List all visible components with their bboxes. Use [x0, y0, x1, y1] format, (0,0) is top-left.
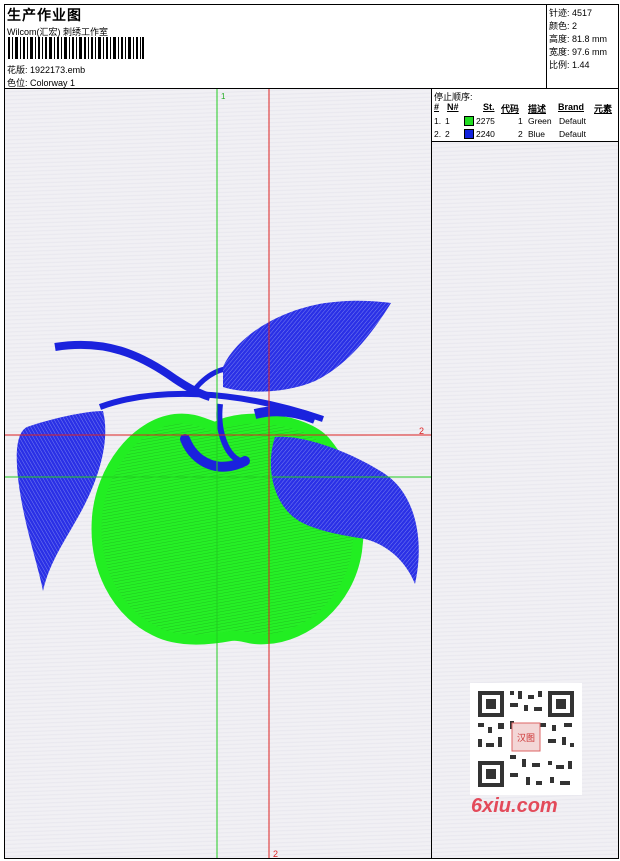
leaf-left	[16, 411, 106, 591]
design-width: 宽度: 97.6 mm	[549, 47, 608, 57]
col-needle: N#	[447, 102, 459, 112]
colorway-name: Colorway 1	[30, 78, 76, 88]
color-count: 颜色: 2	[549, 21, 578, 31]
design-file-name: 1922173.emb	[30, 65, 86, 75]
watermark-text: 6xiu.com	[471, 795, 558, 817]
stats-panel: 针迹: 4517 颜色: 2 高度: 81.8 mm 宽度: 97.6 mm 比…	[547, 5, 618, 89]
col-code: 代码	[501, 104, 520, 114]
stop-sequence-table: 停止顺序: # N# St. 代码 描述 Brand 元素 1. 1 2275 …	[432, 89, 618, 142]
embroidery-preview: 1 2 2	[5, 89, 431, 858]
sheet-title: 生产作业图	[7, 7, 82, 23]
design-file-row: 花版: 1922173.emb	[7, 63, 85, 76]
col-brand: Brand	[558, 102, 585, 112]
header-info: 生产作业图 Wilcom(汇宏) 刺绣工作室 花版: 1922173.emb 色…	[5, 5, 547, 89]
barcode-image	[8, 37, 144, 59]
production-sheet: 生产作业图 Wilcom(汇宏) 刺绣工作室 花版: 1922173.emb 色…	[4, 4, 619, 859]
red-guide-label-bottom: 2	[273, 849, 278, 858]
stop-sequence-panel: 停止顺序: # N# St. 代码 描述 Brand 元素 1. 1 2275 …	[432, 89, 618, 858]
colorway-label: 色位:	[7, 78, 28, 88]
stitch-count: 针迹: 4517	[549, 8, 593, 18]
thread-color-swatch	[464, 129, 474, 139]
design-canvas: 1 2 2	[5, 89, 432, 858]
col-element: 元素	[594, 104, 613, 114]
design-height: 高度: 81.8 mm	[549, 34, 608, 44]
design-file-label: 花版:	[7, 65, 28, 75]
thread-color-swatch	[464, 116, 474, 126]
scale-ratio: 比例: 1.44	[549, 60, 590, 70]
qr-badge-text: 汉图	[517, 733, 535, 743]
colorway-row: 色位: Colorway 1	[7, 76, 75, 89]
qr-code-image: 汉图	[470, 683, 582, 795]
green-guide-label: 1	[221, 92, 226, 101]
leaf-top	[223, 300, 391, 392]
col-index: #	[434, 102, 440, 112]
col-stop: St.	[483, 102, 495, 112]
red-guide-label-right: 2	[419, 426, 424, 436]
col-description: 描述	[528, 104, 547, 114]
